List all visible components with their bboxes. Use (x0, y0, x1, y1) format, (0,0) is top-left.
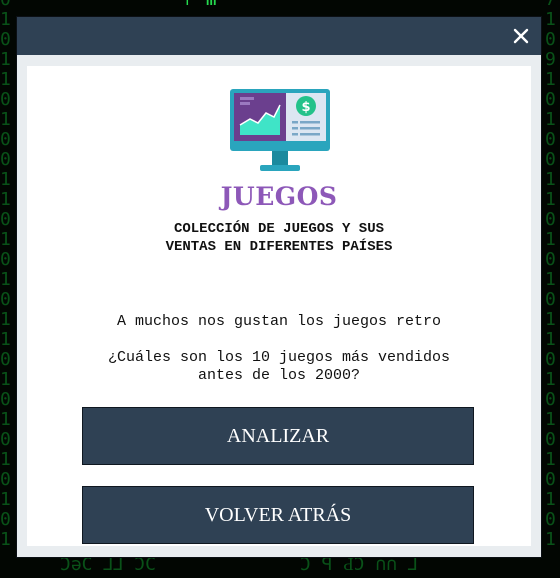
page-subtitle: COLECCIÓN DE JUEGOS Y SUS VENTAS EN DIFE… (165, 221, 393, 255)
question-text: ¿Cuáles son los 10 juegos más vendidos a… (107, 349, 451, 384)
close-icon[interactable] (511, 26, 531, 46)
svg-text:$: $ (301, 100, 310, 115)
analyze-button[interactable]: ANALIZAR (82, 407, 474, 465)
dialog-header (17, 17, 541, 55)
intro-text: A muchos nos gustan los juegos retro (116, 313, 442, 330)
dialog-window: $ JUEGOS COLECCIÓN DE JUEGOS Y SUS VENTA… (17, 17, 541, 557)
back-button[interactable]: VOLVER ATRÁS (82, 486, 474, 544)
dialog-content: $ JUEGOS COLECCIÓN DE JUEGOS Y SUS VENTA… (27, 66, 531, 546)
monitor-chart-dollar-icon: $ (230, 89, 330, 179)
page-title: JUEGOS (220, 182, 338, 211)
